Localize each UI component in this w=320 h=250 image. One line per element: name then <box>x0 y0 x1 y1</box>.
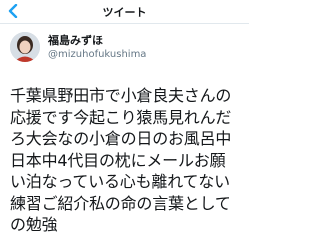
avatar[interactable] <box>10 32 40 62</box>
top-navigation-bar: ツイート <box>0 0 249 24</box>
tweet-header: 福島みずほ @mizuhofukushima <box>10 32 245 62</box>
user-names: 福島みずほ @mizuhofukushima <box>48 34 146 61</box>
display-name[interactable]: 福島みずほ <box>48 34 146 47</box>
nav-title: ツイート <box>102 6 147 19</box>
tweet-text: 千葉県野田市で小倉良夫さんの 応援です今起こり猿馬見れんだ ろ大会なの小倉の日の… <box>10 86 232 234</box>
user-handle[interactable]: @mizuhofukushima <box>48 48 146 61</box>
user-avatar-icon <box>10 32 40 62</box>
